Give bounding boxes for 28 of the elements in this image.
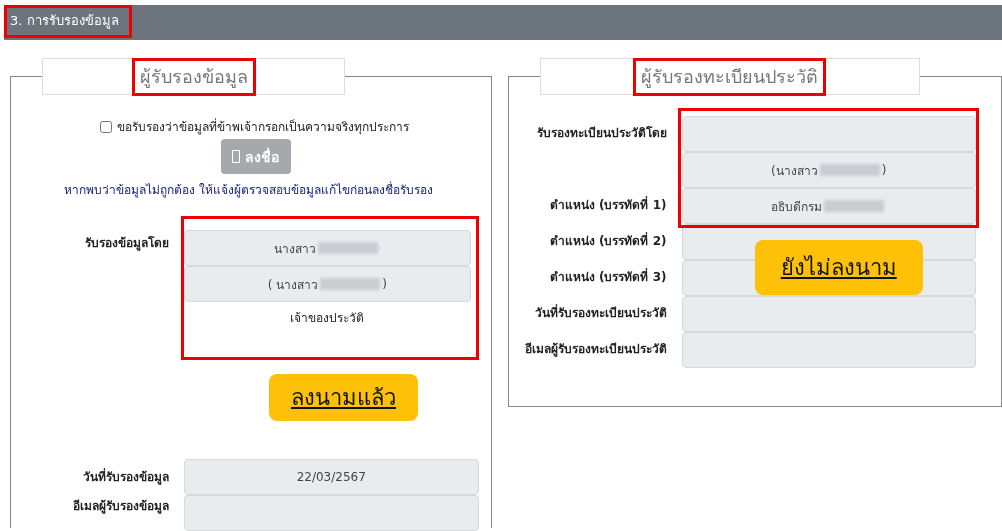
consent-label: ขอรับรองว่าข้อมูลที่ข้าพเจ้ากรอกเป็นความจริงทุกประการ — [117, 117, 410, 136]
field-label: ตำแหน่ง (บรรทัดที่ 3) — [548, 267, 668, 286]
panel-title: ผู้รับรองข้อมูล — [131, 57, 256, 96]
notice-text: หากพบว่าข้อมูลไม่ถูกต้อง ให้แจ้งผู้ตรวจสอบข้อมูลแก้ไขก่อนลงชื่อรับรอง — [63, 180, 435, 199]
square-icon — [232, 150, 241, 163]
input-field[interactable] — [184, 495, 479, 531]
field-label: รับรองทะเบียนประวัติโดย — [535, 125, 668, 142]
section-title: 3. การรับรองข้อมูล — [4, 5, 132, 38]
panel-title: ผู้รับรองทะเบียนประวัติ — [633, 57, 826, 96]
input-field[interactable]: ( นางสาว ) — [184, 266, 471, 302]
consent-checkbox[interactable] — [100, 120, 113, 133]
input-field[interactable]: 22/03/2567 — [184, 459, 479, 495]
status-badge: ลงนามแล้ว — [269, 374, 418, 421]
field-label: ตำแหน่ง (บรรทัดที่ 2) — [548, 231, 668, 250]
field-label: รับรองข้อมูลโดย — [84, 235, 170, 253]
input-field[interactable]: อธิบดีกรม — [681, 188, 976, 224]
input-field[interactable]: (นางสาว ) — [681, 152, 976, 188]
input-field[interactable] — [681, 296, 976, 332]
input-field[interactable] — [681, 116, 976, 152]
field-label: วันที่รับรองข้อมูล — [82, 467, 170, 487]
status-tooltip: ยังไม่ลงนาม — [754, 240, 923, 295]
input-field[interactable]: นางสาว — [184, 230, 471, 266]
field-label: อีเมลผู้รับรองทะเบียนประวัติ — [523, 341, 668, 359]
field-label: อีเมลผู้รับรองข้อมูล — [72, 498, 170, 516]
input-field[interactable] — [681, 332, 976, 368]
field-caption: เจ้าของประวัติ — [289, 310, 366, 327]
field-label: วันที่รับรองทะเบียนประวัติ — [533, 303, 668, 322]
field-label: ตำแหน่ง (บรรทัดที่ 1) — [548, 195, 668, 214]
